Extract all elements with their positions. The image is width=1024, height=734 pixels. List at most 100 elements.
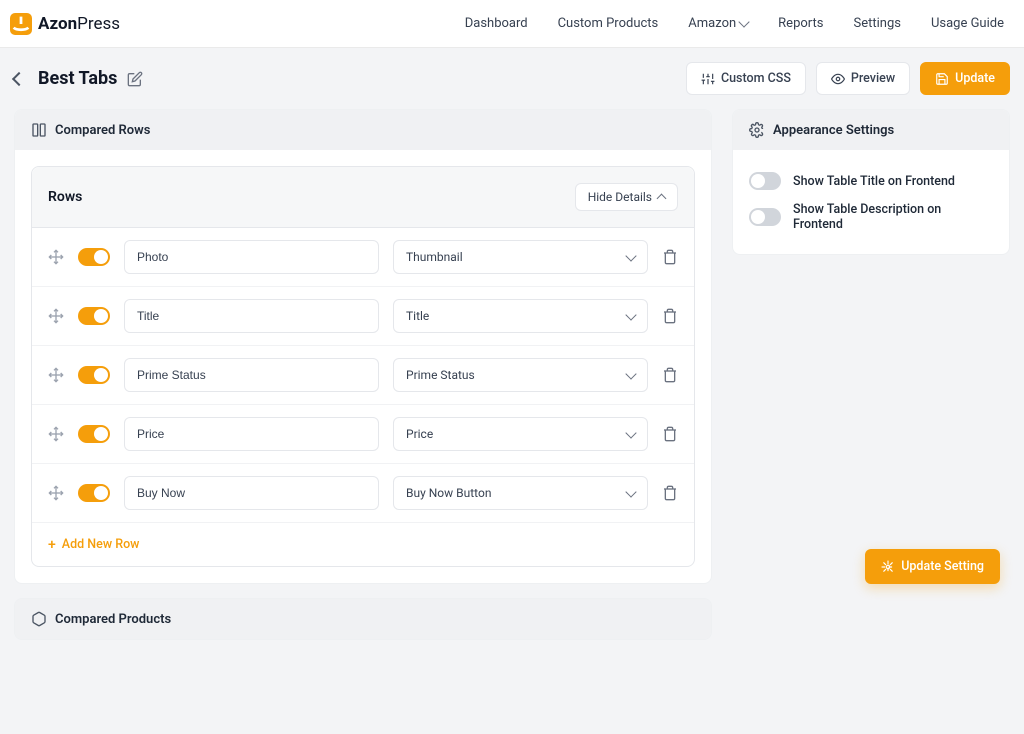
update-setting-label: Update Setting — [901, 559, 984, 574]
nav-amazon-label: Amazon — [688, 16, 736, 31]
custom-css-label: Custom CSS — [721, 71, 791, 86]
show-table-title-label: Show Table Title on Frontend — [793, 174, 955, 189]
nav-settings[interactable]: Settings — [853, 16, 900, 31]
row-label-input[interactable] — [124, 299, 379, 333]
brand: AzonPress — [10, 13, 120, 35]
appearance-panel: Appearance Settings Show Table Title on … — [732, 109, 1010, 255]
compared-rows-panel: Compared Rows Rows Hide Details Thumbnai… — [14, 109, 712, 584]
compared-rows-header: Compared Rows — [15, 110, 711, 150]
rows-card: Rows Hide Details Thumbnail Title Prime St… — [31, 166, 695, 567]
toggle-show-table-description[interactable] — [749, 208, 781, 226]
drag-handle-icon[interactable] — [48, 249, 64, 265]
chevron-down-icon — [625, 427, 636, 438]
row-type-select[interactable]: Thumbnail — [393, 240, 648, 274]
nav-amazon[interactable]: Amazon — [688, 16, 748, 31]
hide-details-button[interactable]: Hide Details — [575, 183, 678, 211]
gear-icon — [881, 560, 895, 574]
page-title: Best Tabs — [38, 68, 117, 89]
row-type-value: Price — [406, 427, 433, 441]
chevron-down-icon — [739, 16, 750, 27]
row-label-input[interactable] — [124, 476, 379, 510]
toggle-knob — [94, 486, 108, 500]
row-toggle[interactable] — [78, 307, 110, 325]
row-label-input[interactable] — [124, 358, 379, 392]
edit-icon[interactable] — [127, 71, 143, 87]
row-type-select[interactable]: Price — [393, 417, 648, 451]
row-toggle[interactable] — [78, 248, 110, 266]
page-header: Best Tabs Custom CSS Preview Update — [0, 48, 1024, 109]
chevron-down-icon — [625, 368, 636, 379]
nav-dashboard[interactable]: Dashboard — [465, 16, 528, 31]
update-setting-float-button[interactable]: Update Setting — [865, 549, 1000, 584]
sliders-icon — [701, 72, 715, 86]
brand-text: AzonPress — [38, 14, 120, 34]
right-column: Appearance Settings Show Table Title on … — [732, 109, 1010, 269]
nav-links: Dashboard Custom Products Amazon Reports… — [465, 16, 1004, 31]
row-toggle[interactable] — [78, 425, 110, 443]
row-item: Buy Now Button — [32, 464, 694, 523]
toggle-knob — [751, 174, 765, 188]
row-toggle[interactable] — [78, 484, 110, 502]
gear-icon — [749, 122, 765, 138]
nav-usage-guide[interactable]: Usage Guide — [931, 16, 1004, 31]
row-label-input[interactable] — [124, 240, 379, 274]
drag-handle-icon[interactable] — [48, 426, 64, 442]
preview-button[interactable]: Preview — [816, 62, 910, 95]
delete-row-button[interactable] — [662, 485, 678, 501]
row-label-input[interactable] — [124, 417, 379, 451]
arrow-left-icon — [12, 71, 26, 85]
drag-handle-icon[interactable] — [48, 308, 64, 324]
row-type-value: Prime Status — [406, 368, 475, 382]
row-item: Prime Status — [32, 346, 694, 405]
setting-show-table-title: Show Table Title on Frontend — [749, 166, 993, 196]
delete-row-button[interactable] — [662, 426, 678, 442]
chevron-down-icon — [625, 250, 636, 261]
top-nav: AzonPress Dashboard Custom Products Amaz… — [0, 0, 1024, 48]
hide-details-label: Hide Details — [588, 190, 652, 204]
nav-reports[interactable]: Reports — [778, 16, 823, 31]
main-content: Compared Rows Rows Hide Details Thumbnai… — [0, 109, 1024, 734]
header-actions: Custom CSS Preview Update — [686, 62, 1010, 95]
nav-custom-products[interactable]: Custom Products — [558, 16, 659, 31]
toggle-knob — [94, 250, 108, 264]
row-toggle[interactable] — [78, 366, 110, 384]
row-type-value: Thumbnail — [406, 250, 463, 264]
appearance-body: Show Table Title on Frontend Show Table … — [733, 150, 1009, 254]
row-item: Price — [32, 405, 694, 464]
show-table-description-label: Show Table Description on Frontend — [793, 202, 993, 232]
drag-handle-icon[interactable] — [48, 485, 64, 501]
appearance-header: Appearance Settings — [733, 110, 1009, 150]
delete-row-button[interactable] — [662, 249, 678, 265]
rows-heading: Rows — [48, 189, 82, 205]
appearance-title: Appearance Settings — [773, 123, 894, 138]
custom-css-button[interactable]: Custom CSS — [686, 62, 806, 95]
brand-bold: Azon — [38, 14, 77, 34]
row-item: Thumbnail — [32, 228, 694, 287]
row-type-select[interactable]: Title — [393, 299, 648, 333]
brand-logo-icon — [10, 13, 32, 35]
save-icon — [935, 72, 949, 86]
add-new-row-button[interactable]: + Add New Row — [32, 523, 694, 566]
compared-rows-body: Rows Hide Details Thumbnail Title Prime St… — [15, 150, 711, 583]
brand-light: Press — [77, 14, 120, 34]
row-item: Title — [32, 287, 694, 346]
update-button[interactable]: Update — [920, 62, 1010, 95]
drag-handle-icon[interactable] — [48, 367, 64, 383]
row-type-select[interactable]: Prime Status — [393, 358, 648, 392]
row-type-value: Buy Now Button — [406, 486, 491, 500]
chevron-down-icon — [625, 486, 636, 497]
toggle-show-table-title[interactable] — [749, 172, 781, 190]
left-column: Compared Rows Rows Hide Details Thumbnai… — [14, 109, 712, 654]
back-button[interactable] — [10, 70, 28, 88]
update-label: Update — [955, 71, 995, 86]
toggle-knob — [94, 368, 108, 382]
delete-row-button[interactable] — [662, 308, 678, 324]
compared-products-header: Compared Products — [15, 599, 711, 639]
plus-icon: + — [48, 538, 56, 552]
compared-rows-title: Compared Rows — [55, 123, 150, 138]
delete-row-button[interactable] — [662, 367, 678, 383]
compare-icon — [31, 122, 47, 138]
row-type-select[interactable]: Buy Now Button — [393, 476, 648, 510]
toggle-knob — [94, 309, 108, 323]
chevron-down-icon — [625, 309, 636, 320]
